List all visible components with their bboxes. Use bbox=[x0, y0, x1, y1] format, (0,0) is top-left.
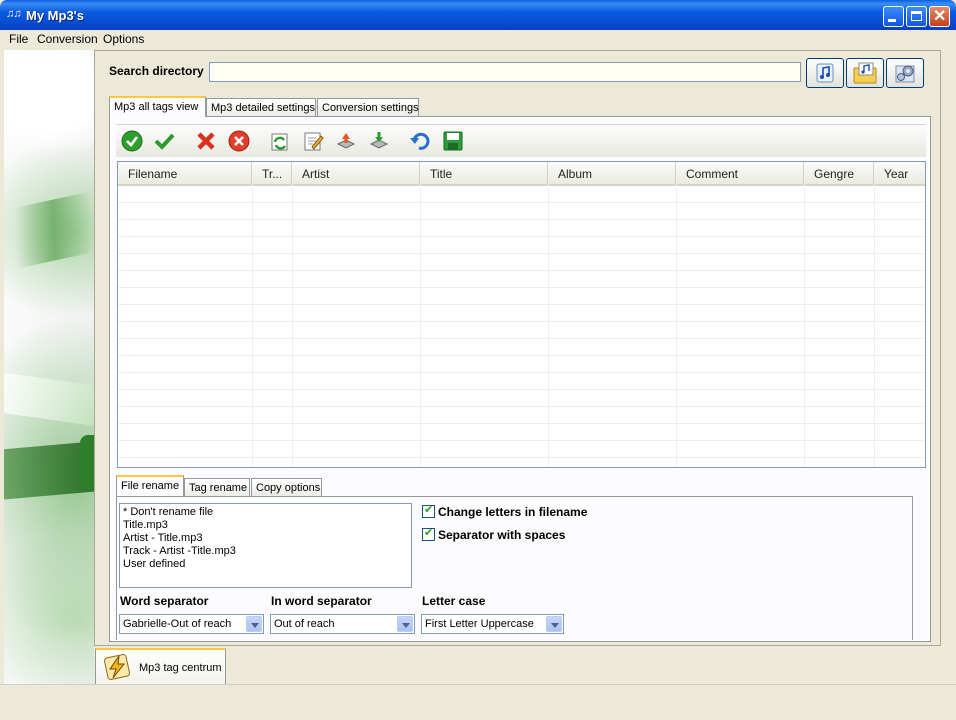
music-folder-icon bbox=[853, 62, 877, 84]
letter-case-select[interactable]: First Letter Uppercase bbox=[421, 614, 564, 634]
tab-mp3-detailed-settings[interactable]: Mp3 detailed settings bbox=[206, 98, 316, 117]
separator-spaces-label: Separator with spaces bbox=[438, 528, 566, 542]
tab-mp3-all-tags-view[interactable]: Mp3 all tags view bbox=[109, 96, 206, 117]
chevron-down-icon[interactable] bbox=[546, 616, 562, 632]
search-directory-input[interactable] bbox=[209, 62, 801, 82]
x-icon[interactable] bbox=[195, 130, 217, 152]
change-letters-checkbox[interactable] bbox=[422, 503, 435, 518]
toolbar bbox=[116, 124, 926, 157]
tags-grid[interactable]: Filename Tr... Artist Title Album Commen… bbox=[117, 161, 926, 468]
column-comment[interactable]: Comment bbox=[676, 162, 804, 184]
list-item[interactable]: User defined bbox=[123, 558, 411, 571]
letter-case-value: First Letter Uppercase bbox=[425, 618, 534, 630]
menu-file[interactable]: File bbox=[9, 32, 28, 46]
menu-bar: File Conversion Options bbox=[0, 30, 956, 49]
list-item[interactable]: Title.mp3 bbox=[123, 519, 411, 532]
window-title: My Mp3's bbox=[26, 8, 84, 23]
in-word-separator-label: In word separator bbox=[271, 594, 372, 608]
chevron-down-icon[interactable] bbox=[397, 616, 413, 632]
export-icon[interactable] bbox=[335, 130, 357, 152]
lightning-icon bbox=[104, 654, 130, 680]
bottom-tab-label: Mp3 tag centrum bbox=[139, 662, 222, 674]
tab-mp3-tag-centrum[interactable]: Mp3 tag centrum bbox=[95, 648, 226, 684]
separator-spaces-checkbox[interactable] bbox=[422, 526, 435, 541]
menu-conversion[interactable]: Conversion bbox=[37, 32, 98, 46]
change-letters-label: Change letters in filename bbox=[438, 505, 588, 519]
word-separator-select[interactable]: Gabrielle-Out of reach bbox=[119, 614, 264, 634]
list-item[interactable]: * Don't rename file bbox=[123, 506, 411, 519]
title-bar[interactable]: ♫♫ My Mp3's ✕ bbox=[0, 0, 956, 30]
menu-options[interactable]: Options bbox=[103, 32, 144, 46]
music-note-button[interactable] bbox=[806, 58, 844, 88]
column-track[interactable]: Tr... bbox=[252, 162, 292, 184]
column-artist[interactable]: Artist bbox=[292, 162, 420, 184]
column-filename[interactable]: Filename bbox=[118, 162, 252, 184]
word-separator-label: Word separator bbox=[120, 594, 209, 608]
rename-options-list[interactable]: * Don't rename file Title.mp3 Artist - T… bbox=[119, 503, 412, 588]
edit-icon[interactable] bbox=[302, 130, 324, 152]
column-title[interactable]: Title bbox=[420, 162, 548, 184]
undo-icon[interactable] bbox=[409, 130, 431, 152]
list-item[interactable]: Track - Artist -Title.mp3 bbox=[123, 545, 411, 558]
close-icon: ✕ bbox=[933, 8, 947, 25]
tab-tag-rename[interactable]: Tag rename bbox=[184, 478, 250, 497]
settings-gear-icon bbox=[895, 65, 915, 83]
refresh-icon[interactable] bbox=[269, 130, 291, 152]
left-decorative-pane bbox=[4, 50, 94, 684]
search-directory-label: Search directory bbox=[109, 64, 204, 78]
status-bar bbox=[0, 684, 956, 720]
maximize-button[interactable] bbox=[906, 6, 927, 27]
grid-header: Filename Tr... Artist Title Album Commen… bbox=[118, 162, 925, 186]
minimize-button[interactable] bbox=[883, 6, 904, 27]
list-item[interactable]: Artist - Title.mp3 bbox=[123, 532, 411, 545]
mp3-app-icon: ♫♫ bbox=[6, 8, 22, 20]
x-circle-icon[interactable] bbox=[228, 130, 250, 152]
save-icon[interactable] bbox=[442, 130, 464, 152]
tab-copy-options[interactable]: Copy options bbox=[251, 478, 322, 497]
import-icon[interactable] bbox=[368, 130, 390, 152]
column-year[interactable]: Year bbox=[874, 162, 925, 184]
app-window: ♫♫ My Mp3's ✕ File Conversion Options Se… bbox=[0, 0, 956, 720]
tab-conversion-settings[interactable]: Conversion settings bbox=[317, 98, 419, 117]
chevron-down-icon[interactable] bbox=[246, 616, 262, 632]
column-album[interactable]: Album bbox=[548, 162, 676, 184]
close-button[interactable]: ✕ bbox=[929, 6, 950, 27]
tab-file-rename[interactable]: File rename bbox=[116, 475, 184, 496]
letter-case-label: Letter case bbox=[422, 594, 486, 608]
column-gengre[interactable]: Gengre bbox=[804, 162, 874, 184]
check-circle-icon[interactable] bbox=[121, 130, 143, 152]
settings-button[interactable] bbox=[886, 58, 924, 88]
word-separator-value: Gabrielle-Out of reach bbox=[123, 618, 232, 630]
music-note-icon bbox=[816, 63, 834, 83]
check-icon[interactable] bbox=[153, 130, 175, 152]
in-word-separator-value: Out of reach bbox=[274, 618, 335, 630]
music-folder-button[interactable] bbox=[846, 58, 884, 88]
in-word-separator-select[interactable]: Out of reach bbox=[270, 614, 415, 634]
